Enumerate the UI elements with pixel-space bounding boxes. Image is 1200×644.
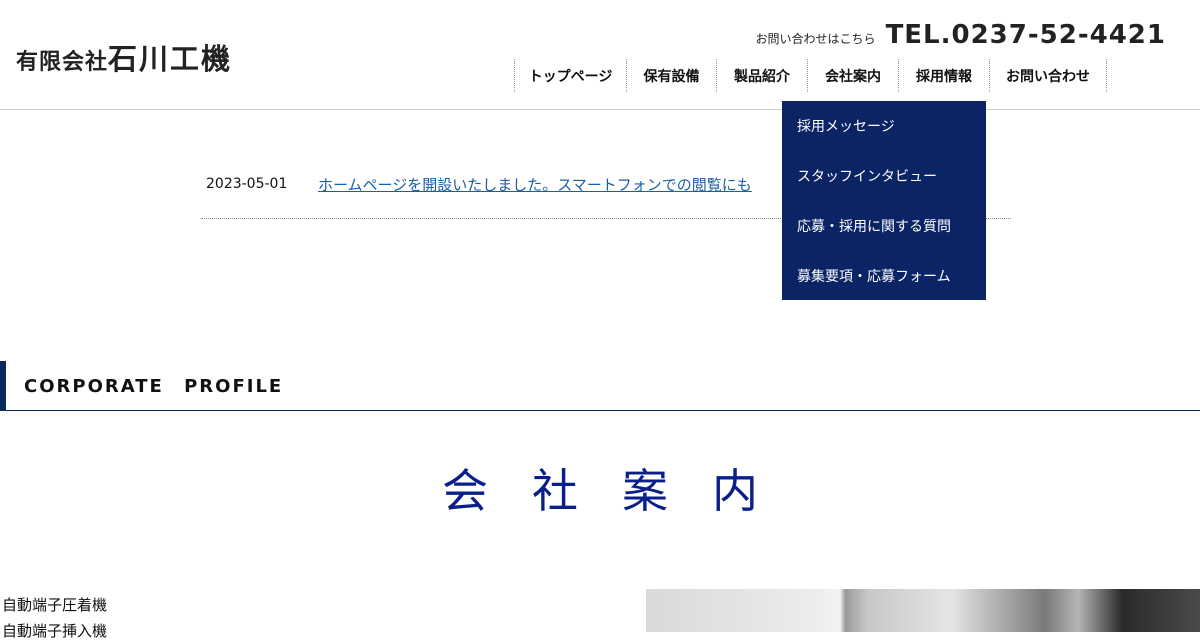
list-item: 自動端子挿入機	[2, 622, 108, 640]
page-title: 会社案内	[442, 464, 802, 518]
recruit-dropdown-menu: 採用メッセージ スタッフインタビュー 応募・採用に関する質問 募集要項・応募フォ…	[782, 101, 986, 300]
phone-number[interactable]: TEL.0237-52-4421	[886, 20, 1166, 50]
dropdown-item-application-form[interactable]: 募集要項・応募フォーム	[782, 251, 986, 301]
section-heading: CORPORATE PROFILE	[0, 361, 1200, 411]
nav-item-recruit[interactable]: 採用情報	[898, 59, 989, 92]
nav-item-products[interactable]: 製品紹介	[716, 59, 807, 92]
logo-company-name: 石川工機	[108, 42, 233, 76]
main-nav: トップページ 保有設備 製品紹介 会社案内 採用情報 お問い合わせ	[514, 59, 1107, 92]
nav-item-top[interactable]: トップページ	[514, 59, 626, 92]
contact-info: お問い合わせはこちら TEL.0237-52-4421	[756, 20, 1166, 50]
dropdown-item-recruit-message[interactable]: 採用メッセージ	[782, 101, 986, 151]
logo-company-type: 有限会社	[16, 50, 109, 75]
company-logo[interactable]: 有限会社石川工機	[16, 36, 232, 78]
dropdown-item-faq[interactable]: 応募・採用に関する質問	[782, 201, 986, 251]
news-date: 2023-05-01	[206, 176, 288, 192]
section-heading-en: CORPORATE PROFILE	[24, 376, 284, 397]
news-link[interactable]: ホームページを開設いたしました。スマートフォンでの閲覧にも	[318, 174, 788, 195]
dropdown-item-staff-interview[interactable]: スタッフインタビュー	[782, 151, 986, 201]
contact-label: お問い合わせはこちら	[755, 32, 876, 46]
nav-item-contact[interactable]: お問い合わせ	[989, 59, 1107, 92]
nav-item-equipment[interactable]: 保有設備	[626, 59, 716, 92]
list-item: 自動端子圧着機	[2, 596, 108, 614]
site-header: 有限会社石川工機 お問い合わせはこちら TEL.0237-52-4421 トップ…	[0, 0, 1200, 110]
nav-item-company[interactable]: 会社案内	[807, 59, 898, 92]
product-list: 自動端子圧着機 自動端子挿入機	[2, 592, 107, 644]
company-photo	[646, 589, 1200, 632]
